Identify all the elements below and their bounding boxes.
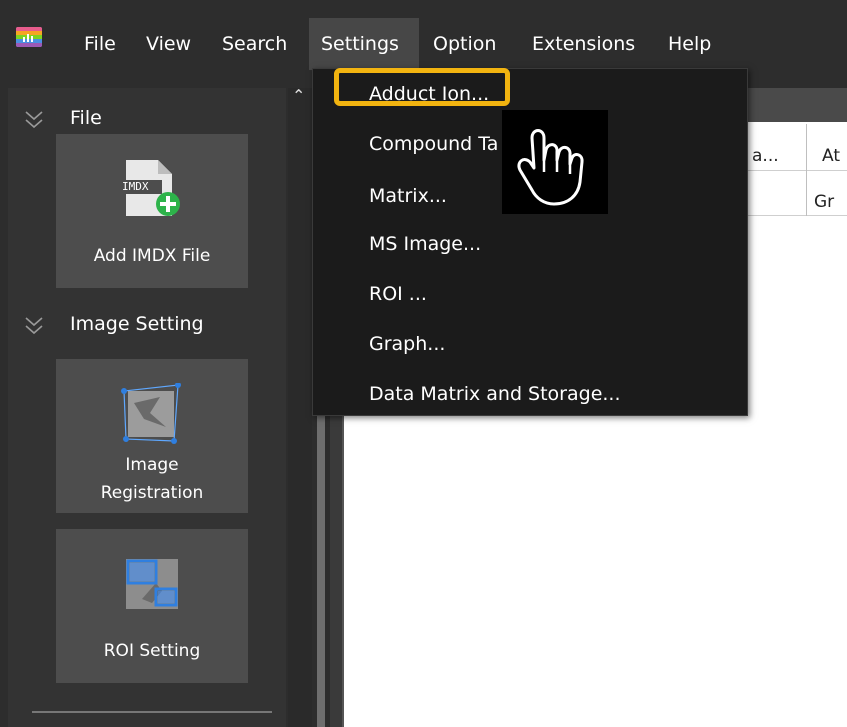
roi-setting-label: ROI Setting	[103, 641, 201, 661]
menu-item-roi[interactable]: ROI ...	[369, 283, 427, 305]
collapse-chevron-icon[interactable]	[24, 314, 44, 338]
table-header-cell[interactable]: a...	[752, 146, 779, 166]
section-title-file: File	[70, 107, 102, 129]
menu-item-matrix[interactable]: Matrix...	[369, 185, 447, 207]
panel-splitter[interactable]	[288, 88, 312, 727]
menu-item-ms-image[interactable]: MS Image...	[369, 233, 481, 255]
panel-divider	[32, 711, 272, 713]
menu-help[interactable]: Help	[656, 18, 723, 70]
menu-file[interactable]: File	[72, 18, 128, 70]
add-imdx-file-button[interactable]: IMDX Add IMDX File	[56, 134, 248, 288]
menu-option[interactable]: Option	[421, 18, 508, 70]
section-header-image-setting[interactable]: Image Setting	[8, 308, 286, 348]
image-registration-button[interactable]: Image Registration	[56, 359, 248, 513]
pointer-hand-icon	[502, 110, 608, 214]
menu-view[interactable]: View	[134, 18, 203, 70]
imdx-icon-text: IMDX	[122, 180, 149, 193]
highlight-box	[334, 68, 510, 106]
left-panel: File IMDX Add IMDX File Image Setting Im…	[8, 88, 286, 727]
image-registration-label-1: Image	[125, 455, 179, 475]
menu-item-graph[interactable]: Graph...	[369, 333, 445, 355]
table-column-separator	[806, 124, 807, 216]
section-title-image-setting: Image Setting	[70, 313, 204, 335]
menu-item-data-matrix-storage[interactable]: Data Matrix and Storage...	[369, 383, 621, 405]
image-registration-label-2: Registration	[100, 483, 204, 503]
table-cell[interactable]: Gr	[814, 192, 834, 212]
collapse-chevron-icon[interactable]	[24, 108, 44, 132]
collapse-up-icon[interactable]: ⌃	[292, 86, 305, 105]
menu-search[interactable]: Search	[210, 18, 299, 70]
add-imdx-file-label: Add IMDX File	[93, 246, 211, 266]
menu-item-compound-table[interactable]: Compound Ta	[369, 133, 498, 155]
menu-extensions[interactable]: Extensions	[520, 18, 647, 70]
roi-setting-icon	[126, 559, 178, 609]
app-logo-icon	[16, 27, 42, 47]
image-registration-icon	[121, 383, 181, 444]
roi-setting-button[interactable]: ROI Setting	[56, 529, 248, 683]
menu-settings[interactable]: Settings	[309, 18, 419, 70]
table-header-cell[interactable]: At	[822, 146, 840, 166]
